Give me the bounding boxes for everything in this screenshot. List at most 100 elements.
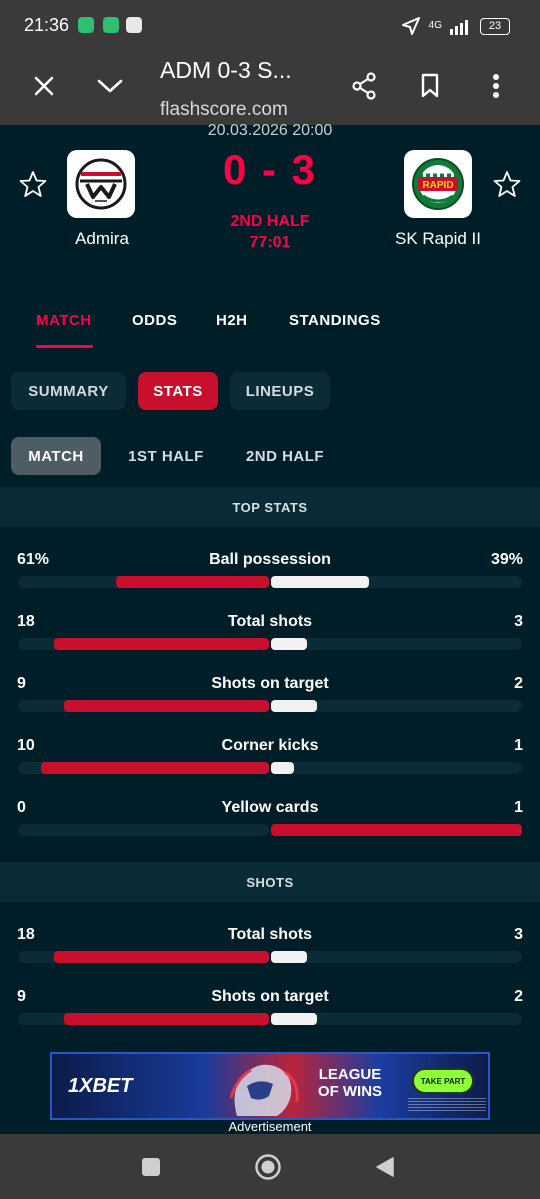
home-icon xyxy=(255,1154,281,1180)
home-bar-track xyxy=(18,762,269,774)
rapid-crest-text: RAPID xyxy=(422,180,453,191)
bookmark-button[interactable] xyxy=(410,66,450,106)
favorite-away-star-icon[interactable] xyxy=(493,170,521,198)
stat-away-value: 1 xyxy=(514,799,523,816)
home-bar xyxy=(63,700,269,712)
home-bar-track xyxy=(18,951,269,963)
stat-row-corner-kicks[interactable]: 10 Corner kicks 1 xyxy=(0,737,540,797)
share-icon xyxy=(352,72,376,100)
stat-label: Total shots xyxy=(227,613,313,630)
home-bar xyxy=(63,1013,269,1025)
away-bar xyxy=(271,576,369,588)
home-bar-track xyxy=(18,700,269,712)
away-bar xyxy=(271,762,294,774)
rapid-crest-icon: RAPID xyxy=(412,158,464,210)
tab-h2h[interactable]: H2H xyxy=(216,312,248,329)
away-bar xyxy=(271,700,317,712)
close-button[interactable] xyxy=(24,66,64,106)
home-bar xyxy=(115,576,269,588)
more-vert-icon xyxy=(493,74,499,98)
match-phase: 2ND HALF xyxy=(230,213,310,230)
close-icon xyxy=(34,76,54,96)
period-tab-1st-half[interactable]: 1ST HALF xyxy=(114,437,218,475)
home-bar xyxy=(53,638,269,650)
away-bar xyxy=(271,638,307,650)
away-bar-track xyxy=(271,638,522,650)
away-bar xyxy=(271,824,522,836)
chevron-down-icon xyxy=(97,79,123,93)
match-clock: 77:01 xyxy=(249,234,291,251)
status-right: 4G 23 xyxy=(401,16,510,36)
stat-away-value: 2 xyxy=(514,988,523,1005)
back-button[interactable] xyxy=(369,1151,401,1183)
stat-away-value: 3 xyxy=(514,613,523,630)
ad-cta-button[interactable]: TAKE PART xyxy=(412,1068,474,1094)
subtab-lineups[interactable]: LINEUPS xyxy=(230,372,330,410)
home-bar-track xyxy=(18,638,269,650)
stat-away-value: 1 xyxy=(514,737,523,754)
ad-label: Advertisement xyxy=(228,1119,312,1134)
match-datetime: 20.03.2026 20:00 xyxy=(207,122,333,139)
tab-match[interactable]: MATCH xyxy=(36,312,92,329)
section-header-top-stats: TOP STATS xyxy=(0,487,540,527)
stat-row-total-shots[interactable]: 18 Total shots 3 xyxy=(0,613,540,673)
lion-icon xyxy=(229,1064,299,1116)
stat-away-value: 2 xyxy=(514,675,523,692)
home-bar-track xyxy=(18,824,269,836)
home-bar-track xyxy=(18,1013,269,1025)
stat-label: Ball possession xyxy=(209,551,331,568)
away-bar xyxy=(271,1013,317,1025)
expand-button[interactable] xyxy=(90,66,130,106)
away-bar-track xyxy=(271,951,522,963)
subtab-stats[interactable]: STATS xyxy=(138,372,218,410)
away-bar-track xyxy=(271,576,522,588)
home-bar xyxy=(53,951,269,963)
sabas-app-icon xyxy=(126,17,142,33)
page-url[interactable]: flashscore.com xyxy=(160,99,288,121)
advertisement-banner[interactable]: 1XBET LEAGUE OF WINS TAKE PART xyxy=(50,1052,490,1120)
swap-app-icon xyxy=(103,17,119,33)
system-nav-bar xyxy=(0,1134,540,1199)
away-team-logo[interactable]: RAPID xyxy=(404,150,472,218)
battery-icon: 23 xyxy=(480,17,510,35)
more-button[interactable] xyxy=(476,66,516,106)
tab-standings[interactable]: STANDINGS xyxy=(289,312,381,329)
period-tab-match[interactable]: MATCH xyxy=(11,437,101,475)
home-bar xyxy=(40,762,269,774)
browser-toolbar: ADM 0-3 S... flashscore.com xyxy=(0,52,540,125)
subtab-summary[interactable]: SUMMARY xyxy=(11,372,126,410)
share-button[interactable] xyxy=(344,66,384,106)
ad-slogan: LEAGUE OF WINS xyxy=(317,1066,383,1100)
active-tab-indicator xyxy=(36,345,93,348)
ad-fine-print xyxy=(408,1098,486,1112)
period-tab-2nd-half[interactable]: 2ND HALF xyxy=(231,437,339,475)
stat-label: Corner kicks xyxy=(221,737,319,754)
back-icon xyxy=(376,1157,394,1177)
shield-app-icon xyxy=(78,17,94,33)
home-button[interactable] xyxy=(252,1151,284,1183)
section-header-shots: SHOTS xyxy=(0,862,540,902)
stat-away-value: 3 xyxy=(514,926,523,943)
stat-label: Shots on target xyxy=(211,675,329,692)
stat-row-total-shots[interactable]: 18 Total shots 3 xyxy=(0,926,540,986)
stat-row-shots-on-target[interactable]: 9 Shots on target 2 xyxy=(0,675,540,735)
away-team-name[interactable]: SK Rapid II xyxy=(378,229,498,249)
stat-label: Yellow cards xyxy=(221,799,319,816)
away-bar-track xyxy=(271,824,522,836)
stat-away-value: 39% xyxy=(490,551,523,568)
home-team-logo[interactable] xyxy=(67,150,135,218)
stat-row-ball-possession[interactable]: 61% Ball possession 39% xyxy=(0,551,540,611)
location-icon xyxy=(401,17,420,35)
favorite-home-star-icon[interactable] xyxy=(19,170,47,198)
match-status: 2ND HALF 77:01 xyxy=(170,211,370,253)
recents-button[interactable] xyxy=(135,1151,167,1183)
stat-label: Total shots xyxy=(227,926,313,943)
tab-odds[interactable]: ODDS xyxy=(132,312,177,329)
match-score: 0 - 3 xyxy=(222,146,318,193)
stat-row-yellow-cards[interactable]: 0 Yellow cards 1 xyxy=(0,799,540,859)
recents-icon xyxy=(142,1158,160,1176)
status-bar: 21:36 4G 23 xyxy=(0,0,540,52)
stat-row-shots-on-target[interactable]: 9 Shots on target 2 xyxy=(0,988,540,1048)
home-team-name[interactable]: Admira xyxy=(52,229,152,249)
home-bar-track xyxy=(18,576,269,588)
